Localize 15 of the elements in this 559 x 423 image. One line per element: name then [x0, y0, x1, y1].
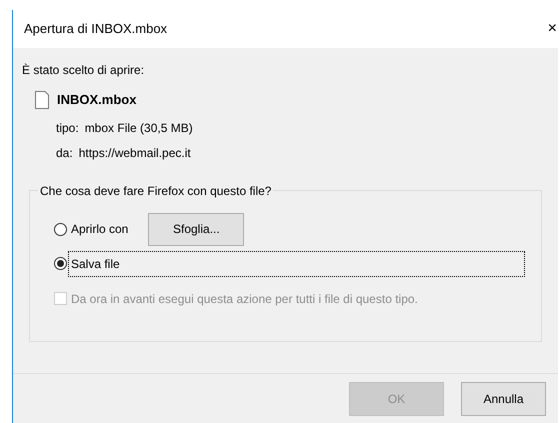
window-title: Apertura di INBOX.mbox — [24, 20, 168, 38]
file-name: INBOX.mbox — [57, 91, 136, 109]
source-value: https://webmail.pec.it — [78, 144, 191, 162]
radio-button[interactable] — [54, 222, 67, 236]
close-icon[interactable]: × — [548, 21, 557, 37]
source-label: da: — [56, 144, 73, 162]
browse-button[interactable]: Sfoglia... — [148, 212, 244, 246]
intro-text: È stato scelto di aprire: — [22, 62, 146, 79]
type-label: tipo: — [56, 120, 79, 136]
type-value: mbox File (30,5 MB) — [84, 120, 193, 136]
cancel-button[interactable]: Annulla — [461, 382, 546, 416]
radio-button[interactable] — [54, 257, 67, 270]
radio-label[interactable]: Aprirlo con — [69, 217, 130, 241]
radio-label[interactable]: Salva file — [69, 252, 524, 276]
file-icon — [35, 90, 49, 109]
